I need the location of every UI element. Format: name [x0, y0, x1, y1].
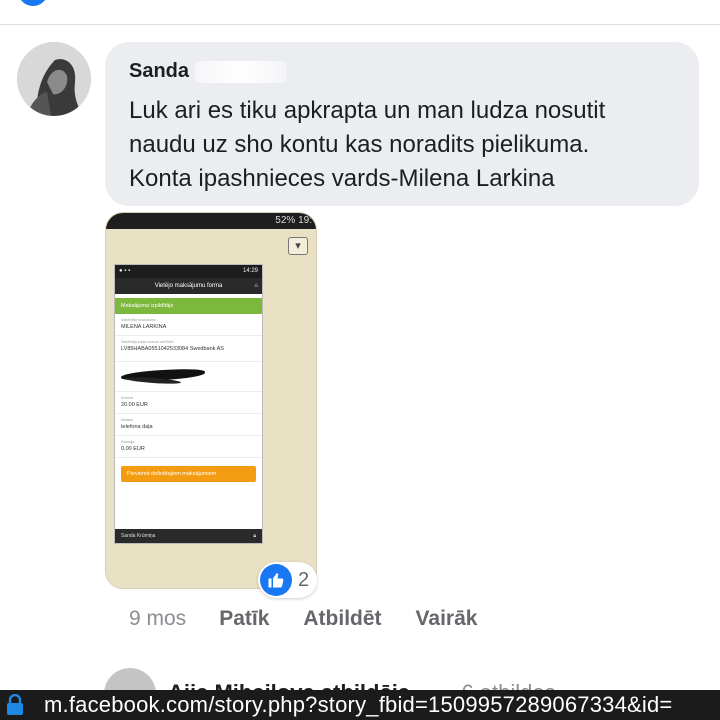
screen-status-time: 14:29 — [242, 268, 258, 274]
more-button[interactable]: Vairāk — [416, 607, 478, 631]
screen-footer: Sanda Krūmiņa 🔒︎ — [115, 529, 262, 543]
profile-shortcut-avatar[interactable] — [18, 0, 48, 6]
photo-phone-statusbar: 52% 19: — [106, 213, 316, 229]
screen-field-value: 0.00 EUR — [121, 446, 145, 452]
comment-line: Konta ipashnieces vards-Milena Larkina — [129, 165, 555, 192]
browser-url-bar[interactable]: m.facebook.com/story.php?story_fbid=1509… — [0, 690, 720, 720]
screen-redacted-field — [115, 362, 262, 392]
author-surname-redaction — [195, 60, 288, 83]
screen-field: Saņēmēja konta numurs vai IBAN LV85HABA0… — [115, 336, 262, 362]
like-button[interactable]: Patīk — [219, 607, 269, 631]
comment-line: naudu uz sho kontu kas noradits pielikum… — [129, 131, 590, 158]
comment-photo-attachment[interactable]: 52% 19: ▾ ● ▪ ▪ 14:29 Vietējo maksājumu … — [105, 212, 317, 589]
comment-line: Luk ari es tiku apkrapta un man ludza no… — [129, 97, 606, 124]
divider — [0, 24, 720, 25]
screen-field: Komisija 0.00 EUR — [115, 436, 262, 458]
comment-actions: 9 mos Patīk Atbildēt Vairāk — [129, 607, 477, 631]
screen-field-value: LV85HABA0551042533084 Swedbank AS — [121, 346, 224, 352]
lock-icon: 🔒︎ — [253, 533, 256, 539]
reply-button[interactable]: Atbildēt — [303, 607, 381, 631]
screen-section-label: Maksājuma izpildītājs — [115, 298, 262, 314]
comment-timestamp[interactable]: 9 mos — [129, 607, 186, 631]
reaction-count: 2 — [298, 568, 310, 591]
photo-payment-screen: ● ▪ ▪ 14:29 Vietējo maksājumu forma ⌂ Ma… — [115, 265, 262, 543]
screen-field-value: 20.00 EUR — [121, 402, 148, 408]
screen-field: Summa 20.00 EUR — [115, 392, 262, 414]
screen-field: Saņēmēja nosaukums MILENA LARKINA — [115, 314, 262, 336]
screen-field-value: telefona daļa — [121, 424, 153, 430]
screen-add-payment-button: Pievienot definētajiem maksājumiem — [121, 466, 256, 482]
screen-status-icons: ● ▪ ▪ — [119, 268, 131, 274]
screen-statusbar: ● ▪ ▪ 14:29 — [115, 265, 262, 278]
screen-field-value: MILENA LARKINA — [121, 324, 167, 330]
screen-header: Vietējo maksājumu forma ⌂ — [115, 278, 262, 294]
screen-footer-name: Sanda Krūmiņa — [121, 533, 156, 539]
author-name[interactable]: Sanda — [129, 60, 189, 83]
chevron-down-icon: ▾ — [288, 237, 308, 255]
home-icon: ⌂ — [254, 283, 258, 289]
commenter-avatar[interactable] — [17, 42, 91, 116]
screen-field: Detaļas telefona daļa — [115, 414, 262, 436]
lock-icon — [0, 690, 30, 720]
comment-author[interactable]: Sanda — [129, 60, 288, 83]
reaction-summary[interactable]: 2 — [258, 562, 318, 598]
like-icon — [260, 564, 292, 596]
url-text[interactable]: m.facebook.com/story.php?story_fbid=1509… — [44, 692, 672, 718]
screen-header-title: Vietējo maksājumu forma — [154, 283, 223, 289]
comment-text: Luk ari es tiku apkrapta un man ludza no… — [129, 94, 689, 196]
